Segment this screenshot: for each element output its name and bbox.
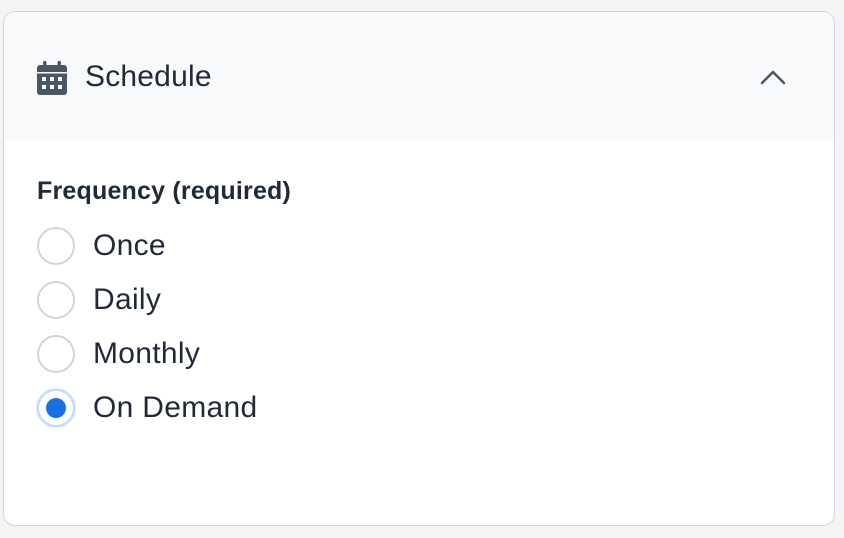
radio-label: Monthly xyxy=(93,337,201,370)
radio-button[interactable] xyxy=(37,281,75,319)
radio-label: On Demand xyxy=(93,391,258,424)
calendar-icon xyxy=(37,60,67,95)
radio-button[interactable] xyxy=(37,227,75,265)
schedule-panel-body: Frequency (required) Once Daily Monthly … xyxy=(4,141,834,444)
radio-label: Daily xyxy=(93,283,162,316)
chevron-up-icon[interactable] xyxy=(758,62,788,92)
radio-option-on-demand[interactable]: On Demand xyxy=(37,372,834,444)
radio-button[interactable] xyxy=(37,335,75,373)
panel-title: Schedule xyxy=(85,59,212,93)
radio-label: Once xyxy=(93,229,166,262)
frequency-label: Frequency (required) xyxy=(37,177,292,205)
radio-button-selected[interactable] xyxy=(37,389,75,427)
schedule-panel: Schedule Frequency (required) Once Daily… xyxy=(3,11,835,526)
schedule-panel-header[interactable]: Schedule xyxy=(4,12,834,141)
frequency-radio-group: Once Daily Monthly On Demand xyxy=(37,210,834,444)
